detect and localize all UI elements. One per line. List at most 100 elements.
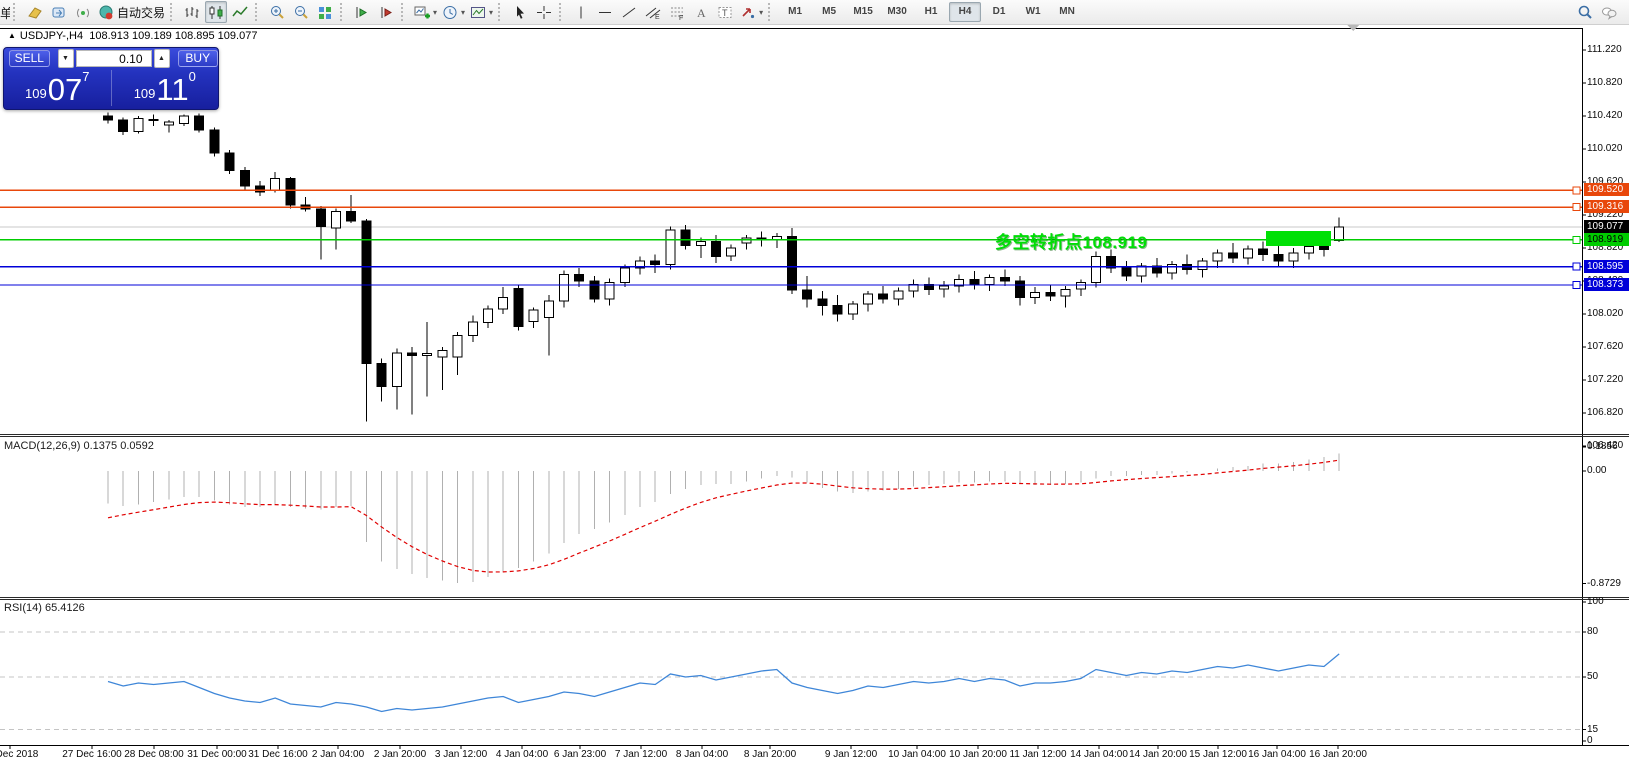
zoom-in-button[interactable] <box>266 1 288 23</box>
rsi-panel-splitter[interactable] <box>0 598 1629 600</box>
publisher-icon <box>50 4 68 21</box>
toolbar-group-grip[interactable] <box>559 3 564 21</box>
timeframe-D1[interactable]: D1 <box>983 2 1015 22</box>
autotrade-button[interactable]: 自动交易 <box>96 1 166 23</box>
candle <box>392 349 401 410</box>
toolbar-group-grip[interactable] <box>498 3 503 21</box>
zoom-out-button[interactable] <box>290 1 312 23</box>
timeframe-H1[interactable]: H1 <box>915 2 947 22</box>
line-handle[interactable] <box>1573 263 1580 270</box>
toolbar-group-grip[interactable] <box>13 3 18 21</box>
candle <box>332 208 341 249</box>
arrow-tools-button[interactable]: ▾ <box>738 1 764 23</box>
order-partial-icon[interactable]: 单 <box>0 3 10 22</box>
auto-scroll-icon <box>377 4 395 21</box>
dropdown-caret-icon[interactable]: ▾ <box>759 8 763 17</box>
bars-chart-button[interactable] <box>181 1 203 23</box>
candle <box>757 232 766 247</box>
scroll-end-button[interactable] <box>351 1 373 23</box>
signal-icon <box>74 4 92 21</box>
candle <box>1198 258 1207 278</box>
book-button[interactable] <box>24 1 46 23</box>
zoom-in-icon <box>268 4 286 21</box>
horizontal-line-object[interactable] <box>0 204 1582 211</box>
sell-price[interactable]: 109077 <box>4 68 111 108</box>
candle <box>1274 243 1283 266</box>
horizontal-line-object[interactable] <box>0 187 1582 194</box>
trend-line-button[interactable] <box>618 1 640 23</box>
toolbar-group-grip[interactable] <box>768 3 773 21</box>
line-handle[interactable] <box>1573 204 1580 211</box>
crosshair-button[interactable] <box>533 1 555 23</box>
search-icon <box>1576 4 1594 21</box>
volume-input[interactable] <box>76 50 152 67</box>
tile-windows-button[interactable] <box>314 1 336 23</box>
auto-scroll-button[interactable] <box>375 1 397 23</box>
candle <box>924 278 933 295</box>
line-handle[interactable] <box>1573 187 1580 194</box>
rsi-value: 65.4126 <box>45 602 85 614</box>
highlight-rectangle-object[interactable] <box>1266 231 1331 246</box>
community-button[interactable] <box>1598 1 1620 23</box>
sell-button[interactable]: SELL <box>9 50 50 67</box>
cursor-button[interactable] <box>509 1 531 23</box>
buy-button[interactable]: BUY <box>178 50 219 67</box>
periods-button[interactable]: ▾ <box>440 1 466 23</box>
candle <box>1213 250 1222 268</box>
candles-chart-button[interactable] <box>205 1 227 23</box>
signal-button[interactable] <box>72 1 94 23</box>
toolbar-group-grip[interactable] <box>170 3 175 21</box>
timeframe-M5[interactable]: M5 <box>813 2 845 22</box>
line-handle[interactable] <box>1573 281 1580 288</box>
dropdown-caret-icon[interactable]: ▾ <box>461 8 465 17</box>
candle <box>605 279 614 306</box>
indicators-add-button[interactable]: ▾ <box>412 1 438 23</box>
search-button[interactable] <box>1574 1 1596 23</box>
text-button[interactable]: A <box>690 1 712 23</box>
toolbar-group-grip[interactable] <box>340 3 345 21</box>
fibonacci-button[interactable]: F <box>666 1 688 23</box>
candle <box>1016 276 1025 306</box>
dropdown-caret-icon[interactable]: ▾ <box>433 8 437 17</box>
line-handle[interactable] <box>1573 236 1580 243</box>
timeframe-W1[interactable]: W1 <box>1017 2 1049 22</box>
main-toolbar: 单 自动交易 ▾ ▾ ▾ EFAT ▾ M1M5M15M30H1H4D1W1MN <box>0 0 1629 25</box>
candle <box>803 276 812 307</box>
buy-price[interactable]: 109110 <box>112 68 219 108</box>
chart-canvas[interactable] <box>0 0 1629 768</box>
candle <box>666 227 675 270</box>
publisher-button[interactable] <box>48 1 70 23</box>
pivot-annotation-text[interactable]: 多空转折点108.919 <box>995 228 1147 253</box>
timeframe-M15[interactable]: M15 <box>847 2 879 22</box>
channel-button[interactable]: E <box>642 1 664 23</box>
candle <box>225 150 234 174</box>
timeframe-H4[interactable]: H4 <box>949 2 981 22</box>
candle <box>727 245 736 262</box>
candle <box>833 295 842 321</box>
template-button[interactable]: ▾ <box>468 1 494 23</box>
line-chart-button[interactable] <box>229 1 251 23</box>
chart-ohlc-values: 108.913 109.189 108.895 109.077 <box>89 30 257 42</box>
timeframe-MN[interactable]: MN <box>1051 2 1083 22</box>
macd-signal-value: 0.0592 <box>120 440 154 452</box>
toolbar-group-grip[interactable] <box>401 3 406 21</box>
timeframe-M1[interactable]: M1 <box>779 2 811 22</box>
macd-panel-splitter[interactable] <box>0 435 1629 437</box>
volume-increase-button[interactable]: ▲ <box>154 49 170 68</box>
timeframe-M30[interactable]: M30 <box>881 2 913 22</box>
template-icon <box>469 4 487 21</box>
candle <box>468 316 477 342</box>
bars-chart-icon <box>183 4 201 21</box>
candle <box>590 276 599 303</box>
text-label-button[interactable]: T <box>714 1 736 23</box>
horizontal-line-button[interactable] <box>594 1 616 23</box>
candle <box>514 284 523 330</box>
toolbar-group-grip[interactable] <box>255 3 260 21</box>
volume-decrease-button[interactable]: ▼ <box>58 49 74 68</box>
candle <box>955 274 964 292</box>
vertical-line-button[interactable] <box>570 1 592 23</box>
collapse-triangle-icon[interactable]: ▲ <box>8 31 16 40</box>
dropdown-caret-icon[interactable]: ▾ <box>489 8 493 17</box>
candle <box>575 268 584 287</box>
candle <box>408 347 417 415</box>
